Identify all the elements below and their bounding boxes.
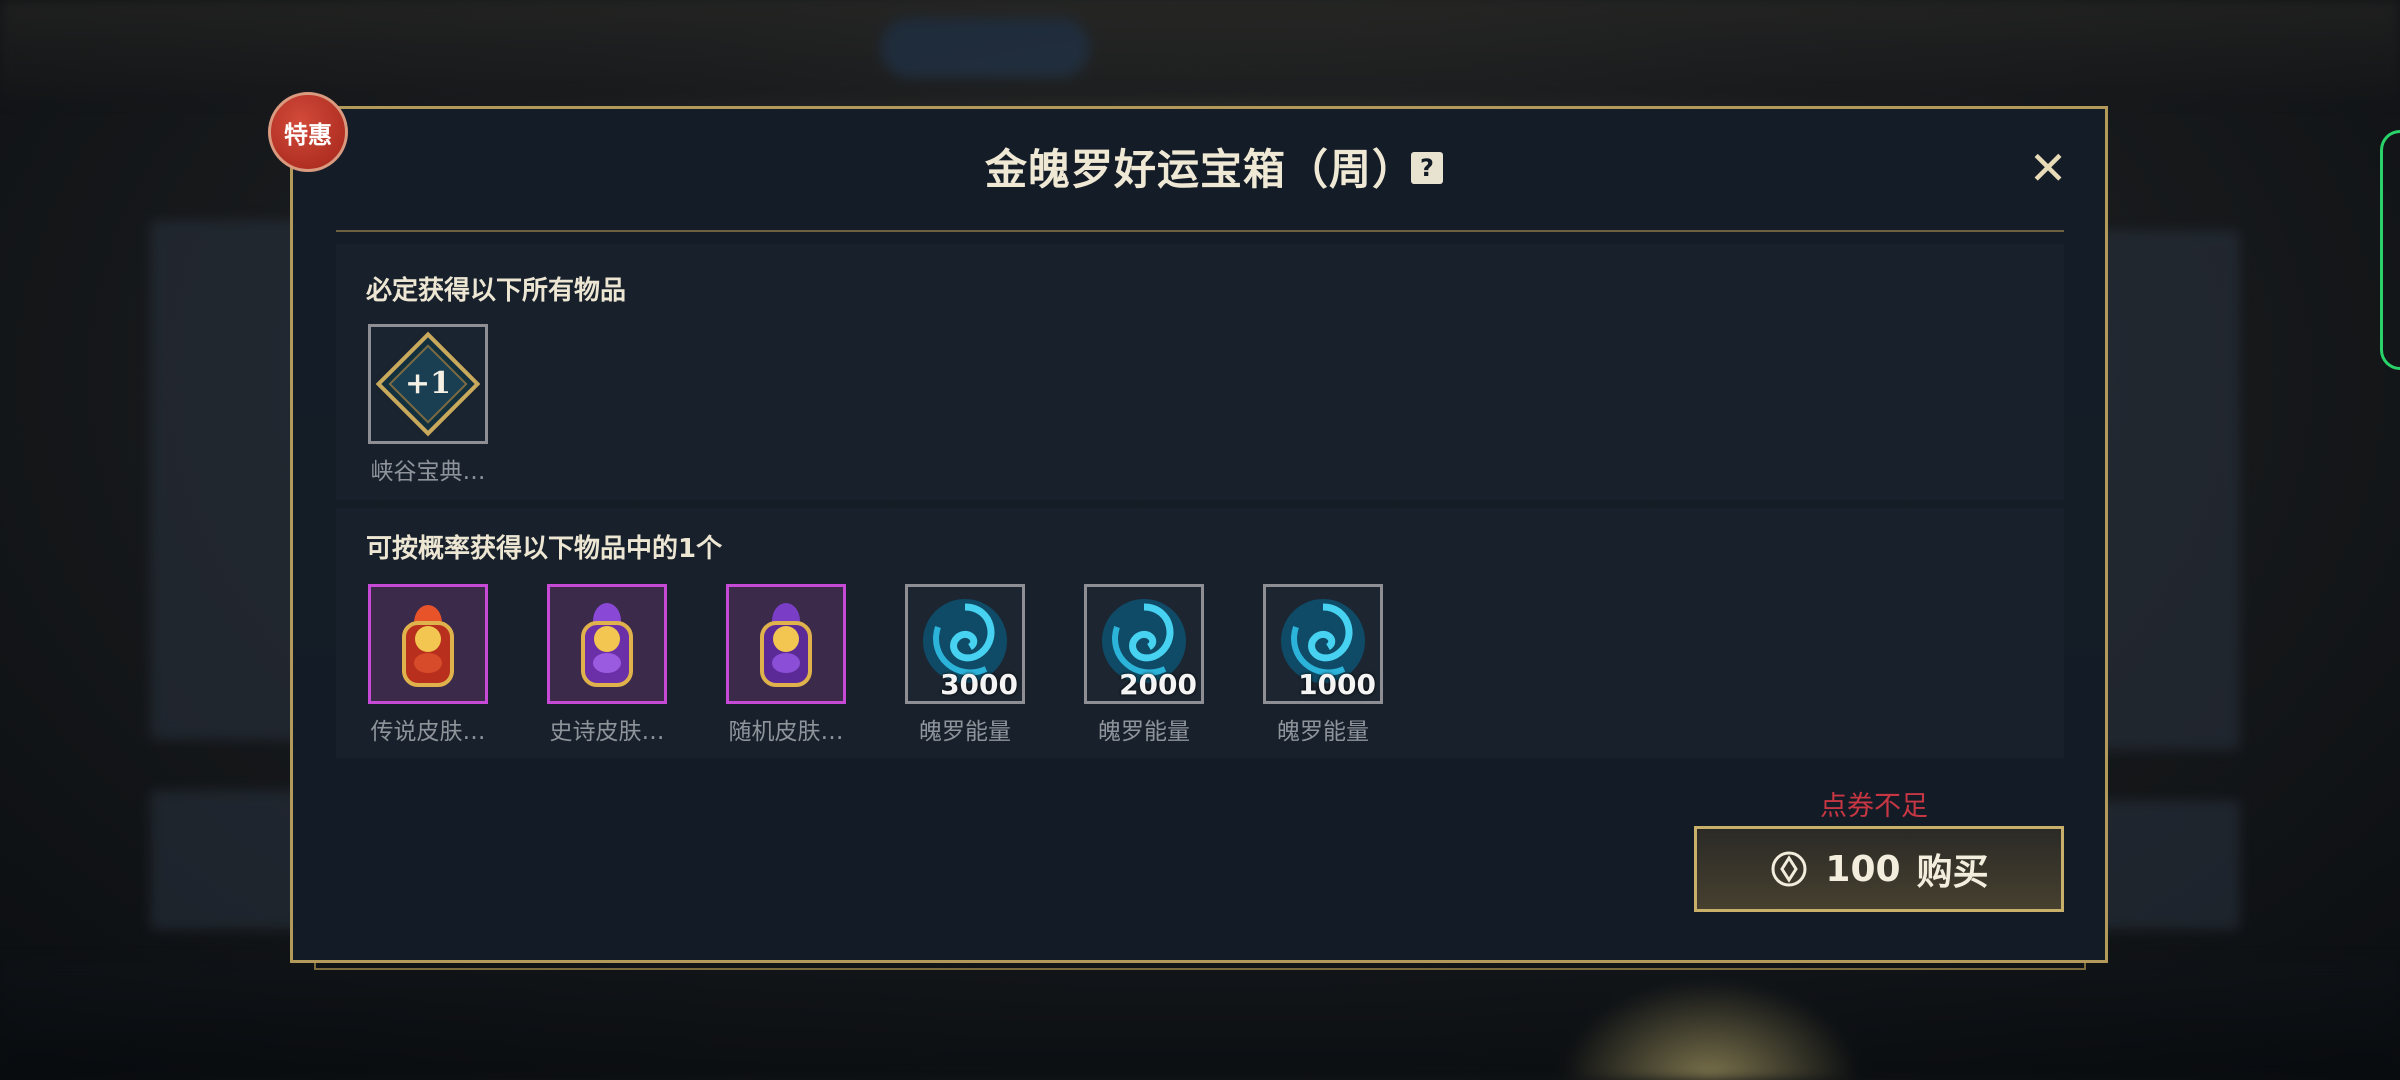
item-label: 史诗皮肤… — [549, 719, 665, 745]
random-item[interactable]: 传说皮肤… — [368, 584, 488, 746]
buy-button[interactable]: 100 购买 — [1694, 826, 2064, 912]
insufficient-balance-warning: 点券不足 — [1820, 791, 1928, 822]
side-tab — [2380, 130, 2400, 370]
item-label: 峡谷宝典… — [370, 459, 486, 485]
item-box: 2000 — [1084, 584, 1204, 704]
title-divider — [336, 230, 2064, 232]
coupon-icon — [1771, 851, 1807, 887]
random-item[interactable]: 3000 魄罗能量 — [905, 584, 1025, 746]
dialog-title: 金魄罗好运宝箱（周） — [984, 145, 1415, 194]
guaranteed-section-title: 必定获得以下所有物品 — [366, 276, 627, 306]
background-glow — [1560, 980, 1860, 1080]
random-item[interactable]: 随机皮肤… — [726, 584, 846, 746]
buy-label: 购买 — [1916, 852, 1989, 893]
question-icon[interactable]: ? — [1411, 152, 1443, 184]
random-item[interactable]: 史诗皮肤… — [547, 584, 667, 746]
item-quantity: 1000 — [1298, 668, 1376, 701]
guaranteed-section: 必定获得以下所有物品 +1 峡谷宝典… — [336, 244, 2064, 500]
legendary-skin-chest-icon — [402, 605, 454, 687]
price-text: 100 — [1825, 848, 1901, 890]
item-box — [547, 584, 667, 704]
random-item[interactable]: 2000 魄罗能量 — [1084, 584, 1204, 746]
item-box: 1000 — [1263, 584, 1383, 704]
close-icon[interactable]: ✕ — [2026, 141, 2070, 195]
item-label: 传说皮肤… — [370, 719, 486, 745]
item-box — [368, 584, 488, 704]
battle-pass-level-icon: +1 — [375, 331, 481, 437]
random-skin-chest-icon — [760, 603, 812, 687]
item-label: 随机皮肤… — [728, 719, 844, 745]
special-offer-badge: 特惠 — [268, 92, 348, 172]
item-label: 魄罗能量 — [1277, 719, 1369, 745]
epic-skin-chest-icon — [581, 603, 633, 687]
item-label: 魄罗能量 — [1098, 719, 1190, 745]
background-top-bar — [0, 0, 2400, 100]
background-bottom-nav — [0, 960, 2400, 1080]
random-section-title: 可按概率获得以下物品中的1个 — [366, 534, 723, 564]
random-item[interactable]: 1000 魄罗能量 — [1263, 584, 1383, 746]
guaranteed-item[interactable]: +1 峡谷宝典… — [368, 324, 488, 486]
random-section: 可按概率获得以下物品中的1个 传说皮肤… 史诗皮肤… 随机皮肤… 3000 魄罗… — [336, 508, 2064, 758]
item-box: +1 — [368, 324, 488, 444]
item-box: 3000 — [905, 584, 1025, 704]
background-tab-pill — [880, 18, 1090, 78]
item-box — [726, 584, 846, 704]
item-badge-text: +1 — [405, 366, 451, 401]
item-label: 魄罗能量 — [919, 719, 1011, 745]
item-quantity: 3000 — [940, 668, 1018, 701]
item-quantity: 2000 — [1119, 668, 1197, 701]
